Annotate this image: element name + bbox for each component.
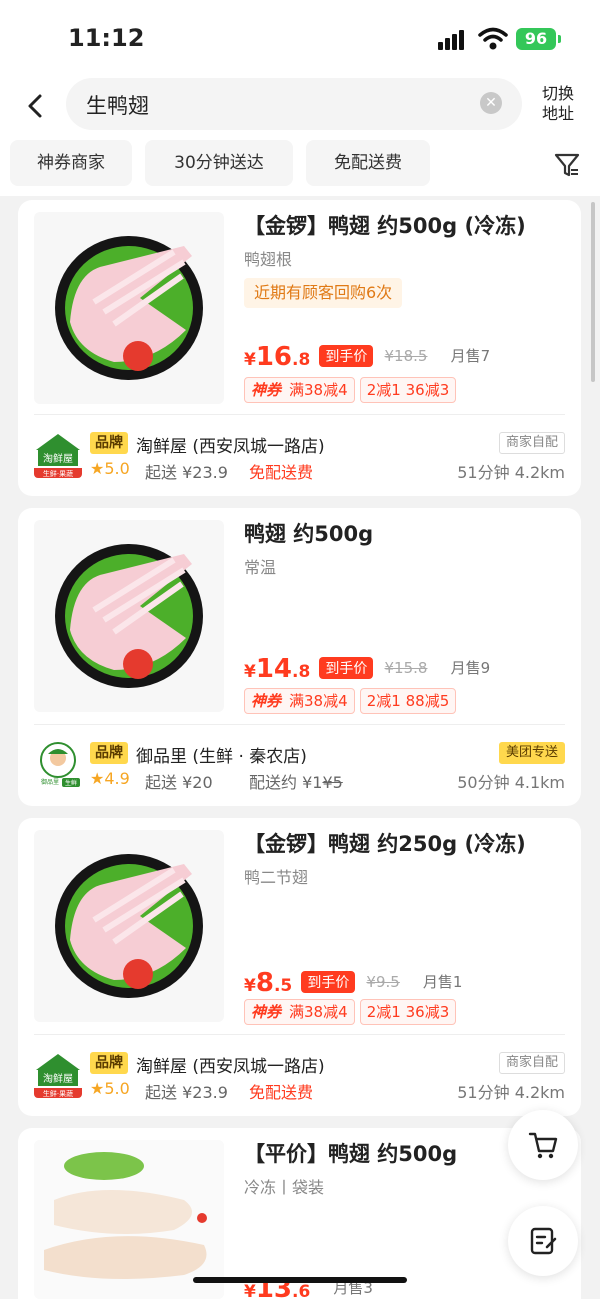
price: ¥8.5	[244, 968, 293, 998]
price-row: ¥14.8 到手价 ¥15.8 月售9	[244, 654, 490, 684]
product-subtitle: 常温	[244, 558, 277, 577]
final-price-tag: 到手价	[319, 345, 374, 367]
orders-button[interactable]	[508, 1206, 578, 1276]
home-indicator	[193, 1277, 407, 1283]
brand-badge: 品牌	[90, 742, 128, 764]
store-rating: ★4.9	[90, 769, 130, 788]
filter-funnel-icon[interactable]	[552, 150, 582, 180]
delivery-fee: 配送约 ¥1¥5	[249, 773, 343, 792]
switch-address-button[interactable]: 切换地址	[542, 84, 582, 124]
search-query: 生鸭翅	[86, 94, 149, 118]
order-edit-icon	[530, 1227, 557, 1255]
monthly-sales: 月售7	[450, 347, 491, 365]
search-input[interactable]: 生鸭翅 ✕	[66, 78, 522, 130]
delivery-fee: 免配送费	[249, 463, 314, 482]
filter-chip-coupon-merchants[interactable]: 神券商家	[10, 140, 132, 186]
final-price-tag: 到手价	[301, 971, 356, 993]
product-title: 【金锣】鸭翅 约250g (冷冻)	[244, 832, 526, 856]
delivery-eta: 51分钟 4.2km	[457, 1083, 565, 1102]
product-subtitle: 鸭翅根	[244, 250, 293, 269]
star-icon: ★	[90, 769, 105, 788]
search-header: 生鸭翅 ✕ 切换地址	[0, 78, 600, 134]
original-price: ¥18.5	[384, 347, 428, 365]
promo-row: 神券 满38减4 2减1 36减3	[244, 377, 457, 403]
delivery-eta: 50分钟 4.1km	[457, 773, 565, 792]
delivery-eta: 51分钟 4.2km	[457, 463, 565, 482]
product-card[interactable]: 鸭翅 约500g 常温 ¥14.8 到手价 ¥15.8 月售9 神券 满38减4 …	[18, 508, 581, 806]
store-name[interactable]: 淘鲜屋 (西安凤城一路店)	[136, 432, 325, 457]
delivery-fee: 免配送费	[249, 1083, 314, 1102]
store-logo: 淘鲜屋生鲜·果蔬	[34, 430, 82, 478]
status-bar: 11:12 96	[0, 0, 600, 78]
product-title: 鸭翅 约500g	[244, 522, 374, 546]
star-icon: ★	[90, 459, 105, 478]
store-logo: 淘鲜屋生鲜·果蔬	[34, 1050, 82, 1098]
discount-promo: 2减1 36减3	[359, 999, 457, 1025]
divider	[34, 1034, 565, 1035]
price: ¥14.8	[244, 654, 311, 684]
discount-promo: 2减1 88减5	[359, 688, 457, 714]
store-name[interactable]: 御品里 (生鲜 · 秦农店)	[136, 742, 307, 767]
repurchase-badge: 近期有顾客回购6次	[244, 278, 403, 308]
filter-bar: 神券商家 30分钟送达 免配送费	[0, 134, 600, 196]
star-icon: ★	[90, 1079, 105, 1098]
delivery-type-tag: 美团专送	[498, 742, 565, 764]
discount-promo: 2减1 36减3	[359, 377, 457, 403]
coupon-promo: 神券 满38减4	[244, 688, 355, 714]
product-image	[34, 212, 224, 404]
wifi-icon	[478, 26, 508, 52]
filter-chip-30min-delivery[interactable]: 30分钟送达	[145, 140, 293, 186]
delivery-type-tag: 商家自配	[498, 432, 565, 454]
svg-text:生鲜: 生鲜	[65, 779, 77, 787]
product-title: 【金锣】鸭翅 约500g (冷冻)	[244, 214, 526, 238]
cart-button[interactable]	[508, 1110, 578, 1180]
status-time: 11:12	[68, 24, 145, 52]
min-order: 起送 ¥23.9	[145, 463, 228, 482]
promo-row: 神券 满38减4 2减1 36减3	[244, 999, 457, 1025]
min-order: 起送 ¥20	[145, 773, 213, 792]
monthly-sales: 月售1	[422, 973, 463, 991]
final-price-tag: 到手价	[319, 657, 374, 679]
product-image	[34, 830, 224, 1022]
delivery-type-tag: 商家自配	[498, 1052, 565, 1074]
scrollbar[interactable]	[591, 202, 595, 382]
signal-icon	[438, 30, 470, 50]
promo-row: 神券 满38减4 2减1 88减5	[244, 688, 457, 714]
min-order: 起送 ¥23.9	[145, 1083, 228, 1102]
svg-text:御品里: 御品里	[41, 778, 59, 786]
store-rating: ★5.0	[90, 459, 130, 478]
product-card[interactable]: 【金锣】鸭翅 约250g (冷冻) 鸭二节翅 ¥8.5 到手价 ¥9.5 月售1…	[18, 818, 581, 1116]
svg-text:生鲜·果蔬: 生鲜·果蔬	[43, 1089, 73, 1098]
svg-text:淘鲜屋: 淘鲜屋	[43, 452, 73, 465]
price: ¥16.8	[244, 342, 311, 372]
divider	[34, 414, 565, 415]
original-price: ¥9.5	[366, 973, 400, 991]
store-logo: 御品里 生鲜	[34, 740, 82, 788]
original-price: ¥15.8	[384, 659, 428, 677]
price-row: ¥8.5 到手价 ¥9.5 月售1	[244, 968, 462, 998]
battery-indicator: 96	[516, 28, 561, 50]
product-subtitle: 冷冻丨袋装	[244, 1178, 325, 1197]
product-card[interactable]: 【金锣】鸭翅 约500g (冷冻) 鸭翅根 近期有顾客回购6次 ¥16.8 到手…	[18, 200, 581, 496]
store-name[interactable]: 淘鲜屋 (西安凤城一路店)	[136, 1052, 325, 1077]
product-subtitle: 鸭二节翅	[244, 868, 309, 887]
product-image	[34, 1140, 224, 1299]
product-title: 【平价】鸭翅 约500g	[244, 1142, 458, 1166]
svg-text:淘鲜屋: 淘鲜屋	[43, 1072, 73, 1085]
monthly-sales: 月售9	[450, 659, 491, 677]
divider	[34, 724, 565, 725]
brand-badge: 品牌	[90, 1052, 128, 1074]
store-rating: ★5.0	[90, 1079, 130, 1098]
product-card[interactable]: 【平价】鸭翅 约500g 冷冻丨袋装 ¥13.6 月售3	[18, 1128, 581, 1299]
back-arrow-icon[interactable]	[20, 86, 52, 126]
cart-icon	[528, 1132, 558, 1159]
clear-icon[interactable]: ✕	[480, 92, 502, 114]
product-image	[34, 520, 224, 712]
brand-badge: 品牌	[90, 432, 128, 454]
coupon-promo: 神券 满38减4	[244, 999, 355, 1025]
svg-text:生鲜·果蔬: 生鲜·果蔬	[43, 469, 73, 478]
coupon-promo: 神券 满38减4	[244, 377, 355, 403]
filter-chip-free-delivery[interactable]: 免配送费	[306, 140, 430, 186]
price-row: ¥16.8 到手价 ¥18.5 月售7	[244, 342, 490, 372]
